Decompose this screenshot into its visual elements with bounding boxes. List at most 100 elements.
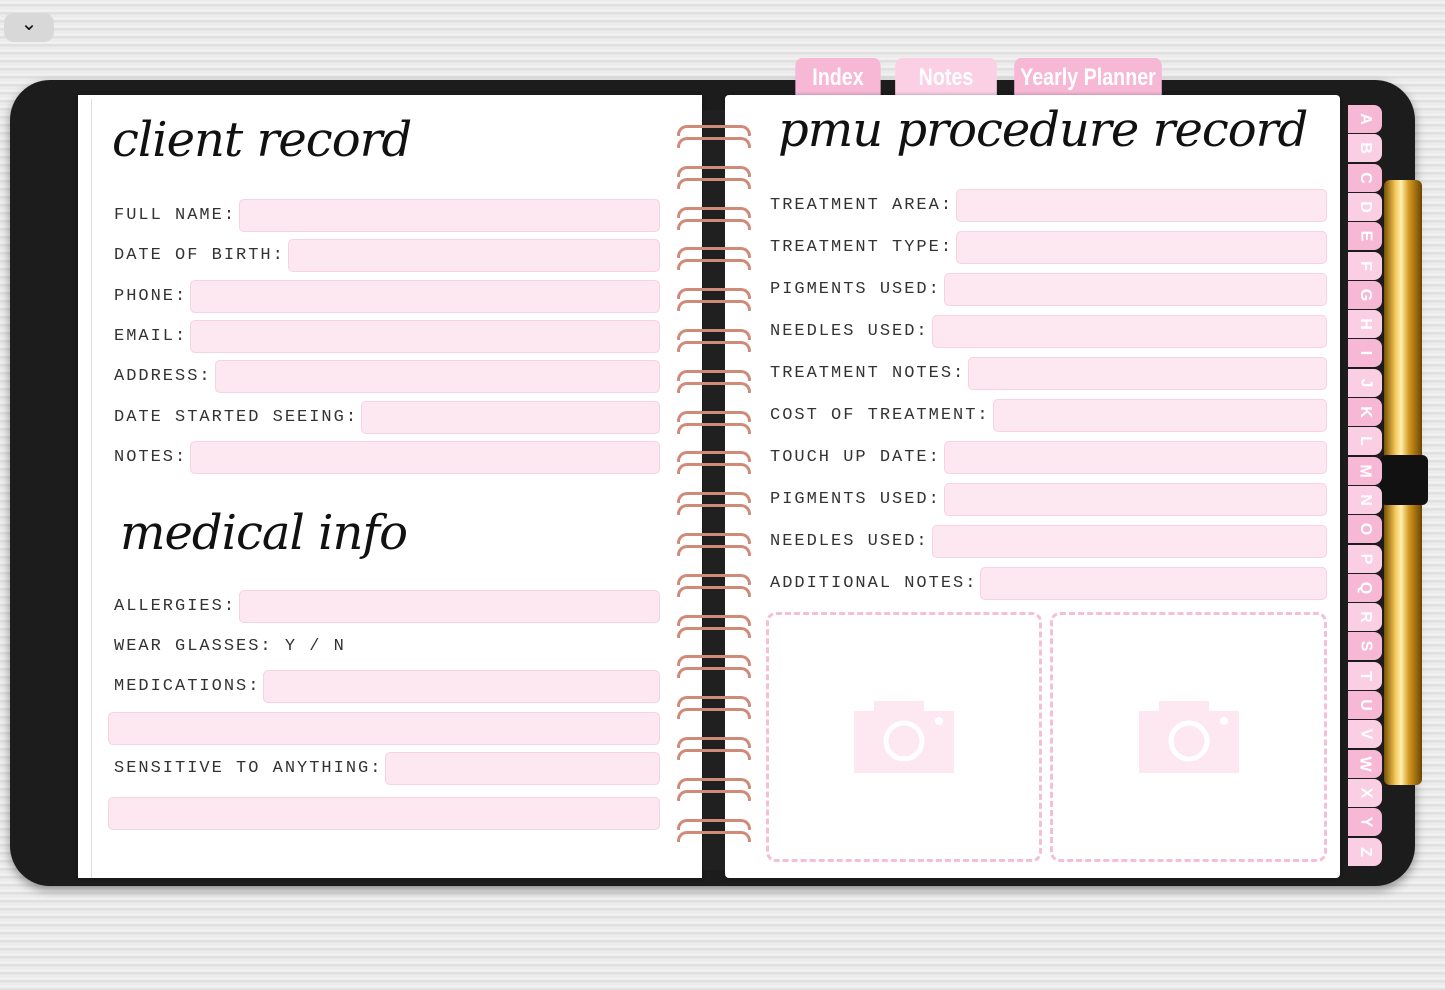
sensitive-label: SENSITIVE TO ANYTHING: <box>114 759 383 778</box>
alphabet-tab-c[interactable]: C <box>1348 163 1382 192</box>
procedure-field[interactable] <box>931 525 1327 558</box>
alphabet-tab-s[interactable]: S <box>1348 632 1382 661</box>
alphabet-tab-w[interactable]: W <box>1348 749 1382 778</box>
medications-row: MEDICATIONS: <box>114 670 660 703</box>
alphabet-tab-label: C <box>1357 171 1374 184</box>
tab-index[interactable]: Index <box>795 58 881 96</box>
client-field[interactable] <box>190 440 660 474</box>
procedure-field[interactable] <box>980 567 1327 600</box>
alphabet-tab-label: O <box>1356 522 1374 536</box>
photo-box-2[interactable] <box>1050 612 1327 862</box>
allergies-field[interactable] <box>239 590 660 623</box>
alphabet-tab-label: L <box>1357 436 1374 447</box>
medications-label: MEDICATIONS: <box>114 677 261 696</box>
procedure-label: COST OF TREATMENT: <box>770 406 990 425</box>
alphabet-tab-t[interactable]: T <box>1348 661 1382 690</box>
alphabet-tab-r[interactable]: R <box>1348 603 1382 632</box>
procedure-field[interactable] <box>956 189 1327 222</box>
alphabet-tab-d[interactable]: D <box>1348 192 1382 221</box>
sensitive-row: SENSITIVE TO ANYTHING: <box>114 752 660 785</box>
alphabet-tab-x[interactable]: X <box>1348 778 1382 807</box>
alphabet-tab-v[interactable]: V <box>1348 720 1382 749</box>
alphabet-tab-label: E <box>1356 230 1374 242</box>
tab-notes[interactable]: Notes <box>895 58 997 96</box>
procedure-row: COST OF TREATMENT: <box>770 399 1327 432</box>
client-label: NOTES: <box>114 447 188 467</box>
alphabet-tab-p[interactable]: P <box>1348 544 1382 573</box>
alphabet-tab-label: R <box>1357 611 1374 623</box>
client-row: DATE STARTED SEEING: <box>114 400 660 434</box>
procedure-row: PIGMENTS USED: <box>770 273 1327 306</box>
procedure-label: TREATMENT NOTES: <box>770 364 966 383</box>
procedure-row: TREATMENT AREA: <box>770 189 1327 222</box>
alphabet-tab-o[interactable]: O <box>1348 515 1382 544</box>
alphabet-tab-n[interactable]: N <box>1348 485 1382 514</box>
alphabet-tab-f[interactable]: F <box>1348 251 1382 280</box>
procedure-label: TREATMENT TYPE: <box>770 238 954 257</box>
spiral-ring <box>675 288 753 316</box>
sensitive-field[interactable] <box>385 752 660 785</box>
alphabet-tab-label: X <box>1356 787 1374 799</box>
client-label: DATE OF BIRTH: <box>114 246 285 266</box>
photo-box-1[interactable] <box>766 612 1042 862</box>
procedure-field[interactable] <box>943 483 1327 516</box>
sensitive-extra-row <box>108 797 660 830</box>
spiral-ring <box>675 247 753 275</box>
alphabet-tab-e[interactable]: E <box>1348 222 1382 251</box>
collapse-button[interactable]: ⌄ <box>4 13 54 42</box>
tab-yearly-planner[interactable]: Yearly Planner <box>1014 58 1162 96</box>
procedure-field[interactable] <box>943 441 1327 474</box>
procedure-field[interactable] <box>931 315 1327 348</box>
client-field[interactable] <box>214 360 660 394</box>
alphabet-tab-h[interactable]: H <box>1348 310 1382 339</box>
alphabet-tab-label: D <box>1357 201 1374 213</box>
alphabet-tab-y[interactable]: Y <box>1348 808 1382 837</box>
allergies-row: ALLERGIES: <box>114 590 660 623</box>
procedure-field[interactable] <box>992 399 1327 432</box>
client-field[interactable] <box>239 199 660 232</box>
spiral-ring <box>675 451 753 479</box>
medications-field[interactable] <box>263 670 660 703</box>
alphabet-tab-k[interactable]: K <box>1348 398 1382 426</box>
alphabet-tab-j[interactable]: J <box>1348 368 1382 397</box>
client-record-title: client record <box>112 112 412 168</box>
client-label: EMAIL: <box>114 326 188 346</box>
alphabet-tab-z[interactable]: Z <box>1348 837 1382 866</box>
alphabet-tab-label: K <box>1357 406 1374 418</box>
allergies-label: ALLERGIES: <box>114 597 237 616</box>
spiral-ring <box>675 737 753 765</box>
client-label: ADDRESS: <box>114 367 212 387</box>
pmu-procedure-record-title: pmu procedure record <box>778 102 1308 158</box>
alphabet-tab-a[interactable]: A <box>1348 105 1382 133</box>
client-label: DATE STARTED SEEING: <box>114 407 359 427</box>
alphabet-tab-l[interactable]: L <box>1348 427 1382 456</box>
procedure-field[interactable] <box>968 357 1327 390</box>
client-label: PHONE: <box>114 286 188 306</box>
alphabet-tab-label: I <box>1356 351 1374 356</box>
medications-field-2[interactable] <box>108 712 660 745</box>
spiral-ring <box>675 369 753 398</box>
alphabet-tab-g[interactable]: G <box>1348 280 1382 309</box>
alphabet-tab-u[interactable]: U <box>1348 691 1382 719</box>
alphabet-tab-label: Z <box>1357 846 1374 857</box>
client-row: ADDRESS: <box>114 360 660 394</box>
alphabet-tab-m[interactable]: M <box>1348 456 1382 485</box>
procedure-label: ADDITIONAL NOTES: <box>770 574 978 593</box>
client-row: DATE OF BIRTH: <box>114 239 660 273</box>
camera-icon <box>1138 701 1239 773</box>
alphabet-tab-i[interactable]: I <box>1348 339 1382 368</box>
client-field[interactable] <box>190 319 660 353</box>
sensitive-field-2[interactable] <box>108 797 660 830</box>
alphabet-tab-q[interactable]: Q <box>1348 573 1382 602</box>
alphabet-tab-label: T <box>1357 670 1374 681</box>
alphabet-tab-label: H <box>1357 318 1374 330</box>
client-field[interactable] <box>190 279 660 313</box>
spiral-ring <box>675 655 753 683</box>
procedure-field[interactable] <box>956 231 1327 264</box>
client-field[interactable] <box>361 400 660 434</box>
procedure-row: ADDITIONAL NOTES: <box>770 567 1327 600</box>
alphabet-tab-label: M <box>1356 463 1374 478</box>
client-field[interactable] <box>287 239 660 273</box>
procedure-field[interactable] <box>943 273 1327 306</box>
alphabet-tab-b[interactable]: B <box>1348 134 1382 163</box>
